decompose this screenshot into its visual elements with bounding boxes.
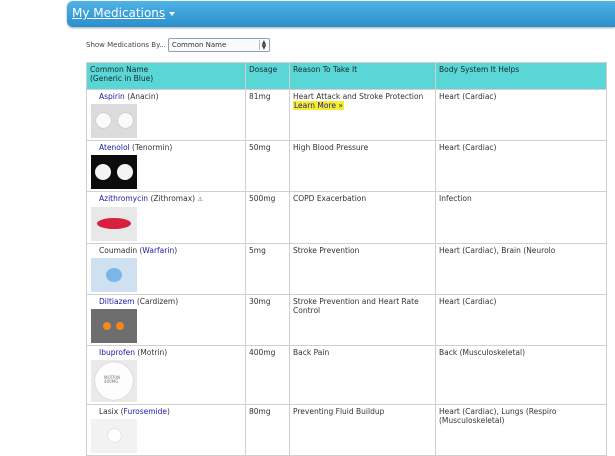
paren-close: ) [174, 246, 178, 255]
reason-cell: Stroke Prevention and Heart Rate Control [289, 294, 436, 346]
table-row: Lasix (Furosemide) 80mg Preventing Fluid… [86, 404, 607, 456]
dosage-cell: 500mg [245, 191, 290, 244]
name-cell: Azithromycin (Zithromax) ⚠ [86, 191, 246, 244]
reason-text: Heart Attack and Stroke Protection [293, 92, 424, 101]
dosage-cell: 80mg [245, 404, 290, 456]
body-system-cell: Heart (Cardiac) [435, 89, 607, 141]
name-cell: Aspirin (Anacin) [86, 89, 246, 141]
body-system-cell: Heart (Cardiac), Brain (Neurolo [435, 243, 607, 295]
brand-name: (Motrin) [137, 348, 168, 357]
table-row: Azithromycin (Zithromax) ⚠ 500mg COPD Ex… [86, 191, 607, 244]
filter-label: Show Medications By... [86, 41, 166, 49]
table-row: Coumadin (Warfarin) 5mg Stroke Preventio… [86, 243, 607, 295]
medication-name[interactable]: Azithromycin [99, 194, 148, 203]
brand-name: (Anacin) [127, 92, 159, 101]
dosage-cell: 5mg [245, 243, 290, 295]
brand-name: (Zithromax) [150, 194, 196, 203]
name-cell: Atenolol (Tenormin) [86, 140, 246, 192]
pill-image [91, 309, 137, 343]
reason-cell: Heart Attack and Stroke Protection Learn… [289, 89, 436, 141]
col-body-system: Body System It Helps [435, 62, 607, 90]
name-cell: Coumadin (Warfarin) [86, 243, 246, 295]
show-by-filter: Show Medications By... Common Name ▲ ▼ [86, 38, 270, 52]
body-system-cell: Back (Musculoskeletal) [435, 345, 607, 405]
col-common-name-line2: (Generic in Blue) [90, 74, 154, 83]
reason-cell: Back Pain [289, 345, 436, 405]
medication-name[interactable]: Ibuprofen [99, 348, 135, 357]
medications-table: Common Name (Generic in Blue) Dosage Rea… [86, 62, 607, 456]
table-row: Diltiazem (Cardizem) 30mg Stroke Prevent… [86, 294, 607, 346]
pill-image [91, 207, 137, 241]
show-by-select[interactable]: Common Name ▲ ▼ [167, 38, 270, 52]
reason-cell: Preventing Fluid Buildup [289, 404, 436, 456]
table-header-row: Common Name (Generic in Blue) Dosage Rea… [86, 62, 607, 90]
col-common-name: Common Name (Generic in Blue) [86, 62, 246, 90]
paren-close: ) [167, 407, 170, 416]
pill-image [91, 155, 137, 189]
col-reason: Reason To Take It [289, 62, 436, 90]
pill-image [91, 419, 137, 453]
name-cell: Ibuprofen (Motrin) MOTRIN 400MG [86, 345, 246, 405]
generic-name[interactable]: Furosemide [124, 407, 167, 416]
body-system-cell: Infection [435, 191, 607, 244]
dosage-cell: 81mg [245, 89, 290, 141]
medication-name[interactable]: Atenolol [99, 143, 130, 152]
caret-down-icon[interactable] [169, 12, 176, 16]
body-system-cell: Heart (Cardiac) [435, 294, 607, 346]
col-dosage: Dosage [245, 62, 290, 90]
medication-name[interactable]: Diltiazem [99, 297, 134, 306]
body-system-cell: Heart (Cardiac) [435, 140, 607, 192]
table-row: Aspirin (Anacin) 81mg Heart Attack and S… [86, 89, 607, 141]
brand-name: (Cardizem) [136, 297, 179, 306]
pill-image [91, 258, 137, 292]
table-row: Atenolol (Tenormin) 50mg High Blood Pres… [86, 140, 607, 192]
learn-more-link[interactable]: Learn More » [293, 101, 344, 110]
medication-name: Lasix [99, 407, 119, 416]
col-common-name-line1: Common Name [90, 65, 149, 74]
reason-cell: Stroke Prevention [289, 243, 436, 295]
pill-image: MOTRIN 400MG [91, 360, 137, 402]
dosage-cell: 50mg [245, 140, 290, 192]
name-cell: Lasix (Furosemide) [86, 404, 246, 456]
my-medications-header: My Medications [67, 1, 615, 27]
medication-name[interactable]: Aspirin [99, 92, 125, 101]
page-title[interactable]: My Medications [72, 6, 165, 20]
select-value: Common Name [171, 41, 227, 49]
updown-arrow-icon[interactable]: ▲ ▼ [258, 40, 268, 51]
body-system-line1: Heart (Cardiac), Lungs (Respiro [439, 407, 557, 416]
medication-name: Coumadin [99, 246, 138, 255]
generic-name[interactable]: Warfarin [142, 246, 174, 255]
reason-cell: COPD Exacerbation [289, 191, 436, 244]
name-cell: Diltiazem (Cardizem) [86, 294, 246, 346]
pill-imprint: MOTRIN 400MG [104, 375, 120, 384]
warning-icon: ⚠ [197, 196, 203, 203]
pill-image [91, 104, 137, 138]
table-row: Ibuprofen (Motrin) MOTRIN 400MG 400mg Ba… [86, 345, 607, 405]
body-system-cell: Heart (Cardiac), Lungs (Respiro (Musculo… [435, 404, 607, 456]
dosage-cell: 30mg [245, 294, 290, 346]
my-medications-menu[interactable]: My Medications [72, 6, 176, 20]
dosage-cell: 400mg [245, 345, 290, 405]
brand-name: (Tenormin) [132, 143, 173, 152]
reason-cell: High Blood Pressure [289, 140, 436, 192]
